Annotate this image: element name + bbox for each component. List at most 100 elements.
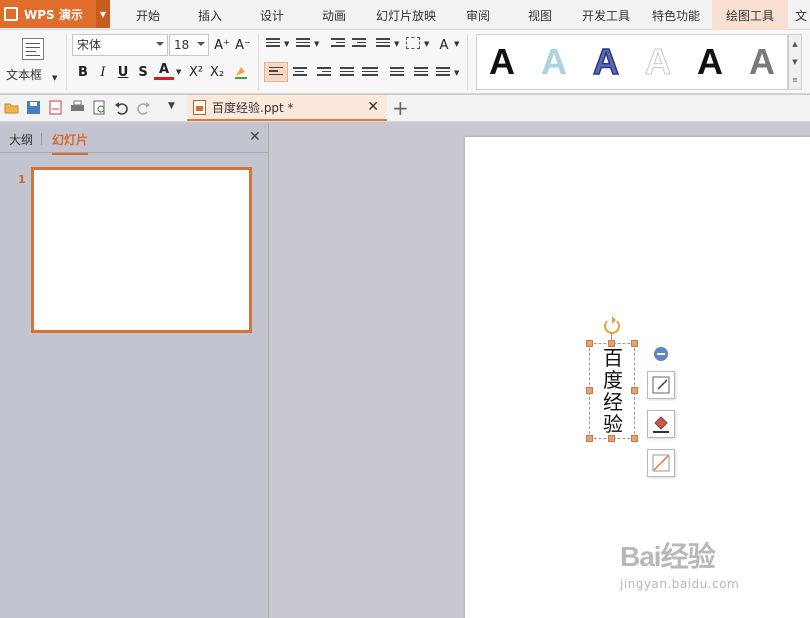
textbox-dropdown-icon: ▼ <box>52 74 58 82</box>
close-icon[interactable]: ✕ <box>249 129 261 145</box>
print-icon[interactable] <box>70 100 85 115</box>
bold-button[interactable]: B <box>74 62 92 82</box>
document-tab[interactable]: 百度经验.ppt * ✕ <box>187 95 387 121</box>
tab-outline[interactable]: 大纲 <box>9 131 33 148</box>
underline-button[interactable]: U <box>114 62 132 82</box>
text-align-vertical-icon[interactable] <box>436 67 450 78</box>
gallery-scroll[interactable]: ▲ ▼ ≡ <box>788 34 802 90</box>
chevron-down-icon[interactable]: ▼ <box>789 53 801 71</box>
collapse-toolbar-icon[interactable] <box>654 347 668 361</box>
quick-access-bar: ▼ 百度经验.ppt * ✕ + <box>0 95 810 122</box>
align-left-button[interactable] <box>264 62 288 82</box>
customize-dropdown-icon[interactable]: ▼ <box>168 101 175 111</box>
resize-handle[interactable] <box>586 435 593 442</box>
close-icon[interactable]: ✕ <box>367 99 379 115</box>
line-spacing-icon[interactable] <box>390 67 404 78</box>
tab-home[interactable]: 开始 <box>120 0 176 30</box>
print-preview-icon[interactable] <box>92 100 107 115</box>
undo-icon[interactable] <box>114 100 129 115</box>
resize-handle[interactable] <box>631 435 638 442</box>
resize-handle[interactable] <box>631 387 638 394</box>
redo-icon[interactable] <box>136 100 151 115</box>
app-name: WPS 演示 <box>24 7 83 22</box>
chevron-down-icon[interactable]: ▼ <box>454 40 459 48</box>
tab-developer[interactable]: 开发工具 <box>574 0 638 30</box>
export-pdf-icon[interactable] <box>48 100 63 115</box>
text-style-option[interactable]: A <box>489 39 515 85</box>
save-icon[interactable] <box>26 100 41 115</box>
resize-handle[interactable] <box>608 340 615 347</box>
watermark-url: jingyan.baidu.com <box>620 577 740 591</box>
new-tab-icon[interactable]: + <box>392 96 409 120</box>
chevron-down-icon <box>197 42 205 46</box>
document-tab-name: 百度经验.ppt * <box>212 100 294 115</box>
resize-handle[interactable] <box>631 340 638 347</box>
ribbon-divider <box>258 34 259 90</box>
ribbon-divider <box>467 34 468 90</box>
text-direction-icon[interactable]: A <box>436 35 452 55</box>
open-folder-icon[interactable] <box>4 100 19 115</box>
text-box-border-icon[interactable] <box>406 37 420 49</box>
text-style-option[interactable]: A <box>645 39 672 85</box>
align-right-icon[interactable] <box>317 67 331 78</box>
tab-text-tools[interactable]: 文 <box>792 0 810 30</box>
text-styles-gallery: A A A A A A <box>476 34 788 90</box>
grow-font-button[interactable]: A⁺ <box>212 35 232 55</box>
align-center-icon[interactable] <box>293 67 307 78</box>
resize-handle[interactable] <box>608 435 615 442</box>
text-style-option[interactable]: A <box>697 39 723 85</box>
decrease-indent-icon[interactable] <box>331 38 345 49</box>
tab-insert[interactable]: 插入 <box>182 0 238 30</box>
chevron-up-icon[interactable]: ▲ <box>789 35 801 53</box>
tab-view[interactable]: 视图 <box>514 0 566 30</box>
tab-review[interactable]: 审阅 <box>452 0 504 30</box>
tab-animation[interactable]: 动画 <box>306 0 362 30</box>
fill-color-button[interactable] <box>647 410 675 438</box>
font-size-select[interactable]: 18 <box>169 34 209 56</box>
clear-format-icon[interactable] <box>234 64 248 80</box>
text-style-option[interactable]: A <box>749 39 775 85</box>
chevron-down-icon[interactable]: ▼ <box>454 69 459 77</box>
chevron-down-icon[interactable]: ▼ <box>176 68 181 76</box>
align-justify-icon[interactable] <box>340 67 354 78</box>
tab-slides[interactable]: 幻灯片 <box>52 131 89 155</box>
shrink-font-button[interactable]: A⁻ <box>233 35 253 55</box>
app-menu-dropdown-icon[interactable]: ▼ <box>96 0 110 28</box>
superscript-button[interactable]: X² <box>186 62 206 82</box>
chevron-down-icon[interactable]: ▼ <box>314 40 319 48</box>
chevron-down-icon[interactable]: ▼ <box>284 40 289 48</box>
shadow-button[interactable]: S <box>134 62 152 82</box>
textbox-icon <box>22 38 44 60</box>
subscript-button[interactable]: X₂ <box>206 62 228 82</box>
column-spacing-icon[interactable] <box>376 38 390 49</box>
watermark-brand: Bai经验 <box>620 541 716 572</box>
resize-handle[interactable] <box>586 340 593 347</box>
tab-design[interactable]: 设计 <box>244 0 300 30</box>
slide-thumbnail[interactable] <box>31 167 252 333</box>
numbered-list-icon[interactable] <box>296 38 310 49</box>
text-style-option[interactable]: A <box>541 39 567 85</box>
tab-drawing-tools[interactable]: 绘图工具 <box>712 0 788 30</box>
text-box-content[interactable]: 百度经验 <box>600 347 626 435</box>
tab-slideshow[interactable]: 幻灯片放映 <box>368 0 444 30</box>
text-style-option[interactable]: A <box>592 39 620 85</box>
font-name-select[interactable]: 宋体 <box>72 34 168 56</box>
distributed-align-icon[interactable] <box>362 67 378 78</box>
app-menu-button[interactable]: WPS 演示 <box>0 0 96 28</box>
chevron-down-icon[interactable]: ▼ <box>424 40 429 48</box>
tab-features[interactable]: 特色功能 <box>644 0 708 30</box>
resize-handle[interactable] <box>586 387 593 394</box>
textbox-button[interactable]: 文本框 ▼ <box>6 36 62 88</box>
more-icon[interactable]: ≡ <box>789 71 801 89</box>
paragraph-spacing-icon[interactable] <box>414 67 428 78</box>
rotate-handle-icon[interactable] <box>604 316 620 334</box>
line-style-button[interactable] <box>647 449 675 477</box>
increase-indent-icon[interactable] <box>352 38 366 49</box>
ribbon: 文本框 ▼ 宋体 18 A⁺ A⁻ B I U S A ▼ X² X₂ ▼ ▼ … <box>0 30 810 94</box>
font-color-button[interactable]: A <box>154 62 174 80</box>
chevron-down-icon[interactable]: ▼ <box>394 40 399 48</box>
bullet-list-icon[interactable] <box>266 38 280 49</box>
wps-logo-icon <box>4 7 18 21</box>
italic-button[interactable]: I <box>94 62 112 82</box>
shape-outline-button[interactable] <box>647 371 675 399</box>
